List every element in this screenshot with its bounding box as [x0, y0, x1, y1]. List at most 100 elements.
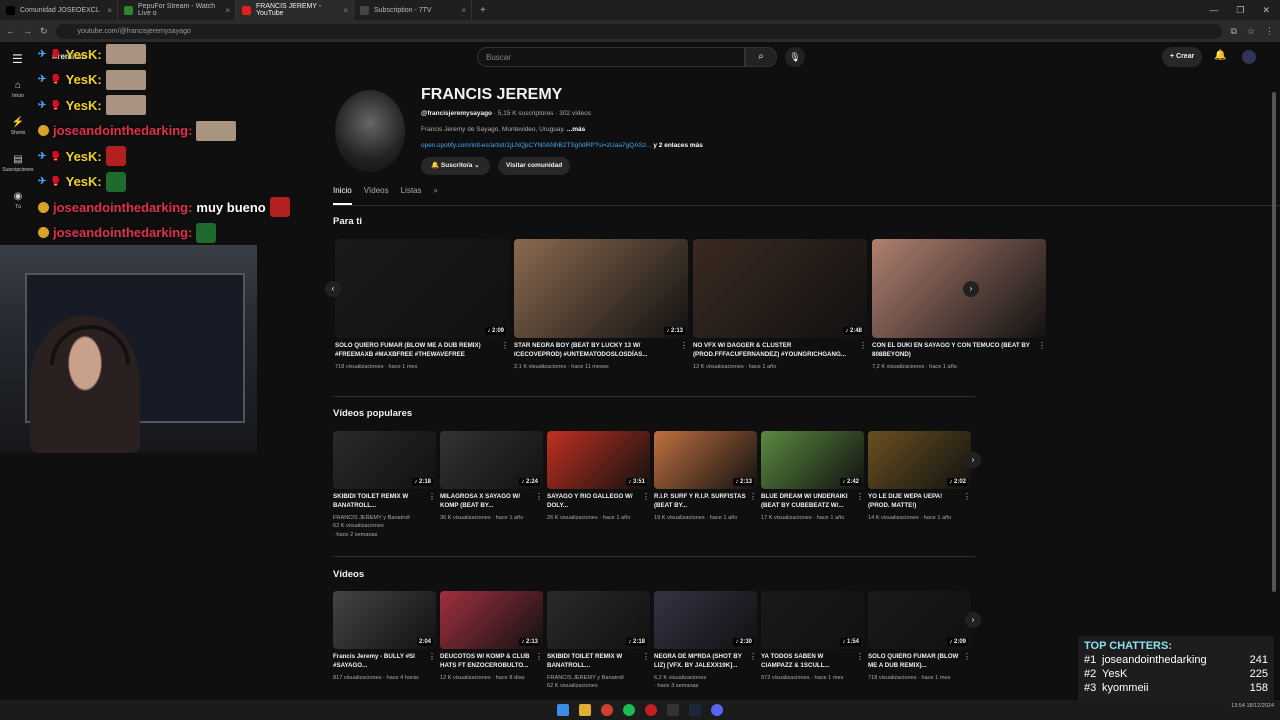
- video-menu-icon[interactable]: ⋮: [642, 492, 650, 501]
- video-menu-icon[interactable]: ⋮: [963, 652, 971, 661]
- video-thumbnail[interactable]: ♪ 2:09: [335, 239, 509, 338]
- video-menu-icon[interactable]: ⋮: [749, 652, 757, 661]
- video-title[interactable]: SKIBIDI TOILET REMIX W BANATROLL...: [547, 653, 650, 671]
- video-menu-icon[interactable]: ⋮: [428, 652, 436, 661]
- video-title[interactable]: NO VFX W/ DAGGER & CLÚSTER (PROD.FFFACUF…: [693, 342, 867, 360]
- video-title[interactable]: Francis Jeremy - BULLY #SI #SAYAGO...: [333, 653, 436, 671]
- video-thumbnail[interactable]: ♪ 2:02: [868, 431, 971, 489]
- tab-videos[interactable]: Vídeos: [364, 186, 389, 205]
- scrollbar[interactable]: [1272, 92, 1276, 592]
- video-card[interactable]: ⋮ CON EL DUKI EN SAYAGO Y CON TEMUCO (BEA…: [872, 239, 1046, 371]
- tab-close-icon[interactable]: ×: [107, 6, 112, 15]
- video-card[interactable]: ♪ 2:09 ⋮ SOLO QUIERO FUMAR (BLOW ME A DUB …: [335, 239, 509, 371]
- video-title[interactable]: SOLO QUIERO FUMAR (BLOW ME A DUB REMIX) …: [335, 342, 509, 360]
- video-thumbnail[interactable]: ♪ 2:09: [868, 591, 971, 649]
- chat-username[interactable]: YesK:: [66, 47, 102, 62]
- star-icon[interactable]: ☆: [1247, 26, 1255, 37]
- chat-username[interactable]: YesK:: [66, 149, 102, 164]
- browser-tab[interactable]: PepuFor Stream - Watch Live o ×: [118, 0, 236, 20]
- search-input[interactable]: Buscar: [477, 47, 745, 67]
- video-menu-icon[interactable]: ⋮: [501, 341, 509, 350]
- video-thumbnail[interactable]: ♪ 1:54: [761, 591, 864, 649]
- browser-tab[interactable]: Subscription - 7TV ×: [354, 0, 472, 20]
- subscribed-button[interactable]: 🔔 Suscrito/a ⌄: [421, 157, 490, 175]
- video-card[interactable]: ♪ 2:30 ⋮ NEGRA DE MI*RDA (SHOT BY LIZ) [VF…: [654, 591, 757, 691]
- video-card[interactable]: ♪ 3:51 ⋮ SAYAGO Y RIO GALLEGO W/ DOLY... 26…: [547, 431, 650, 522]
- browser-tab[interactable]: Comunidad JOSEOEXCL ×: [0, 0, 118, 20]
- video-title[interactable]: CON EL DUKI EN SAYAGO Y CON TEMUCO (BEAT…: [872, 342, 1046, 360]
- video-thumbnail[interactable]: ♪ 2:30: [654, 591, 757, 649]
- shelf-prev-arrow-icon[interactable]: ‹: [325, 281, 341, 297]
- video-thumbnail[interactable]: ♪ 2:13: [440, 591, 543, 649]
- tab-listas[interactable]: Listas: [401, 186, 422, 205]
- channel-handle[interactable]: @francisjeremysayago: [421, 110, 492, 117]
- video-menu-icon[interactable]: ⋮: [642, 652, 650, 661]
- mic-button[interactable]: 🎙: [785, 47, 805, 67]
- video-thumbnail[interactable]: ♪ 2:13: [654, 431, 757, 489]
- video-menu-icon[interactable]: ⋮: [535, 652, 543, 661]
- shelf-next-arrow-icon[interactable]: ›: [965, 612, 981, 628]
- video-menu-icon[interactable]: ⋮: [428, 492, 436, 501]
- tab-close-icon[interactable]: ×: [343, 6, 348, 15]
- file-explorer-icon[interactable]: [579, 704, 591, 716]
- steam-icon[interactable]: [689, 704, 701, 716]
- search-button[interactable]: ⌕: [745, 47, 777, 67]
- video-menu-icon[interactable]: ⋮: [749, 492, 757, 501]
- spotify-icon[interactable]: [623, 704, 635, 716]
- chat-username[interactable]: joseandointhedarking:: [53, 123, 192, 138]
- obs-icon[interactable]: [645, 704, 657, 716]
- notifications-bell-icon[interactable]: 🔔: [1214, 50, 1226, 61]
- video-title[interactable]: MILAGROSA X SAYAGO W/ KOMP (BEAT BY...: [440, 493, 543, 511]
- video-menu-icon[interactable]: ⋮: [680, 341, 688, 350]
- video-card[interactable]: 2:04 ⋮ Francis Jeremy - BULLY #SI #SAYAGO.…: [333, 591, 436, 682]
- chat-username[interactable]: YesK:: [66, 174, 102, 189]
- video-menu-icon[interactable]: ⋮: [1038, 341, 1046, 350]
- video-menu-icon[interactable]: ⋮: [856, 652, 864, 661]
- video-title[interactable]: SAYAGO Y RIO GALLEGO W/ DOLY...: [547, 493, 650, 511]
- video-thumbnail[interactable]: ♪ 2:42: [761, 431, 864, 489]
- video-title[interactable]: YA TODOS SABEN W CIAMPAZZ & 1SCULL...: [761, 653, 864, 671]
- video-title[interactable]: SKIBIDI TOILET REMIX W BANATROLL...: [333, 493, 436, 511]
- video-menu-icon[interactable]: ⋮: [535, 492, 543, 501]
- chat-username[interactable]: YesK:: [66, 72, 102, 87]
- chat-username[interactable]: joseandointhedarking:: [53, 225, 192, 240]
- video-menu-icon[interactable]: ⋮: [856, 492, 864, 501]
- tab-inicio[interactable]: Inicio: [333, 186, 352, 205]
- video-title[interactable]: DEUCOTOS W/ KOMP & CLUB HATS FT ENZOCERO…: [440, 653, 543, 671]
- extension-icon[interactable]: ⧉: [1230, 26, 1236, 37]
- tab-close-icon[interactable]: ×: [461, 6, 466, 15]
- channel-bio[interactable]: Francis Jeremy de Sayago, Montevideo, Ur…: [421, 126, 585, 133]
- app-icon[interactable]: [667, 704, 679, 716]
- account-avatar[interactable]: [1242, 50, 1256, 64]
- video-title[interactable]: SOLO QUIERO FUMAR (BLOW ME A DUB REMIX).…: [868, 653, 971, 671]
- maximize-icon[interactable]: ❐: [1236, 5, 1244, 16]
- video-card[interactable]: ♪ 2:48 ⋮ NO VFX W/ DAGGER & CLÚSTER (PROD.…: [693, 239, 867, 371]
- video-thumbnail[interactable]: ♪ 2:48: [693, 239, 867, 338]
- windows-start-icon[interactable]: [557, 704, 569, 716]
- video-card[interactable]: ♪ 2:13 ⋮ R.I.P. SURF Y R.I.P. SURFISTAS (B…: [654, 431, 757, 522]
- video-card[interactable]: ♪ 2:02 ⋮ YO LE DIJE WEPA UEPA! (PROD. MATT…: [868, 431, 971, 522]
- more-links[interactable]: y 2 enlaces más: [652, 142, 703, 149]
- video-card[interactable]: ♪ 2:13 ⋮ DEUCOTOS W/ KOMP & CLUB HATS FT E…: [440, 591, 543, 682]
- chrome-icon[interactable]: [601, 704, 613, 716]
- video-card[interactable]: ♪ 2:24 ⋮ MILAGROSA X SAYAGO W/ KOMP (BEAT …: [440, 431, 543, 522]
- video-title[interactable]: BLUE DREAM W/ UNDERAIKI (BEAT BY CUBEBEA…: [761, 493, 864, 511]
- video-title[interactable]: NEGRA DE MI*RDA (SHOT BY LIZ) [VFX. BY J…: [654, 653, 757, 671]
- video-card[interactable]: ♪ 2:42 ⋮ BLUE DREAM W/ UNDERAIKI (BEAT BY …: [761, 431, 864, 522]
- video-thumbnail[interactable]: ♪ 2:18: [547, 591, 650, 649]
- video-card[interactable]: ♪ 2:13 ⋮ STAR NEGRA BOY (BEAT BY LUCKY 13 …: [514, 239, 688, 371]
- shelf-next-arrow-icon[interactable]: ›: [963, 281, 979, 297]
- close-window-icon[interactable]: ✕: [1262, 5, 1270, 16]
- video-thumbnail[interactable]: ♪ 2:18: [333, 431, 436, 489]
- video-menu-icon[interactable]: ⋮: [859, 341, 867, 350]
- new-tab-button[interactable]: +: [472, 5, 494, 16]
- discord-icon[interactable]: [711, 704, 723, 716]
- channel-search-icon[interactable]: ⌕: [434, 186, 438, 205]
- visit-community-button[interactable]: Visitar comunidad: [498, 157, 571, 175]
- video-thumbnail[interactable]: [872, 239, 1046, 338]
- chat-username[interactable]: joseandointhedarking:: [53, 200, 192, 215]
- video-title[interactable]: R.I.P. SURF Y R.I.P. SURFISTAS (BEAT BY.…: [654, 493, 757, 511]
- chat-username[interactable]: YesK:: [66, 98, 102, 113]
- menu-kebab-icon[interactable]: ⋮: [1265, 26, 1274, 37]
- video-title[interactable]: STAR NEGRA BOY (BEAT BY LUCKY 13 W/ ICEC…: [514, 342, 688, 360]
